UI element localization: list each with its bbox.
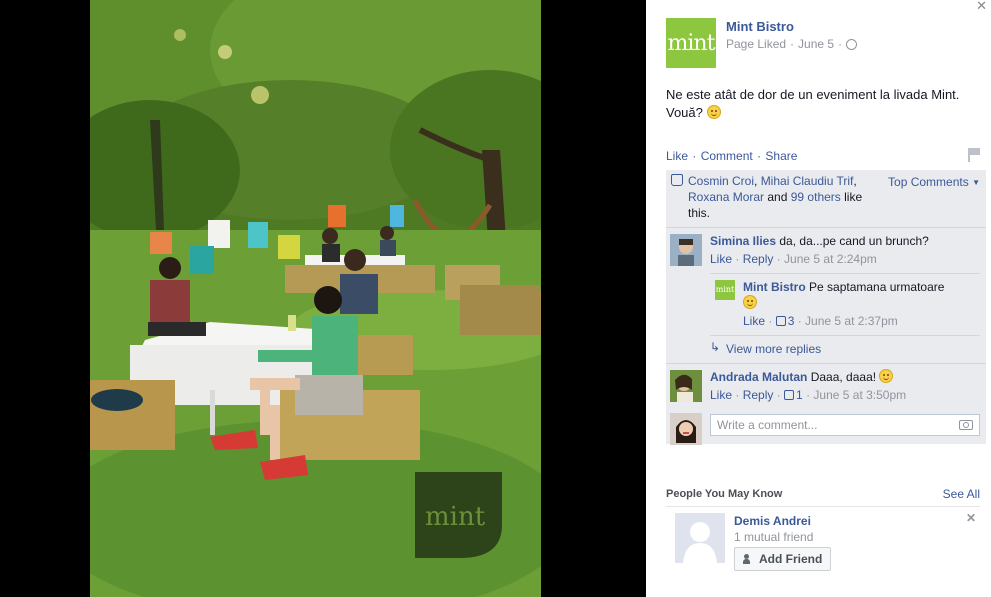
write-comment-row: Write a comment... [666, 409, 986, 445]
comment-like-button[interactable]: Like [710, 388, 732, 402]
reply-time[interactable]: June 5 at 2:37pm [805, 314, 898, 328]
reply: mint Mint Bistro Pe saptamana urmatoare … [710, 273, 980, 335]
smiley-emoji-icon [743, 295, 757, 309]
people-you-may-know: People You May Know See All Demis Andrei… [666, 487, 980, 575]
replies: mint Mint Bistro Pe saptamana urmatoare … [710, 273, 980, 363]
comment-reply-button[interactable]: Reply [743, 252, 774, 266]
reply-meta: Like · 3 · June 5 at 2:37pm [743, 314, 898, 328]
mutual-friends-link[interactable]: 1 mutual friend [734, 529, 980, 545]
close-icon[interactable]: ✕ [976, 0, 987, 12]
post-header: mint Mint Bistro Page Liked · June 5 · [666, 18, 858, 68]
smiley-emoji-icon [706, 105, 721, 119]
like-button[interactable]: Like [666, 149, 688, 163]
suggested-person: Demis Andrei 1 mutual friend Add Friend … [666, 507, 980, 575]
page-liked-label: Page Liked [726, 37, 787, 51]
liker-link[interactable]: Cosmin Croi [688, 174, 754, 188]
commenter-avatar[interactable] [670, 234, 702, 266]
comment-text: Daaa, daaa! [810, 370, 877, 384]
comments-section: Cosmin Croi, Mihai Claudiu Trif, Roxana … [666, 170, 986, 445]
caret-down-icon: ▼ [972, 178, 980, 187]
page-name-link[interactable]: Mint Bistro [726, 19, 857, 35]
commenter-avatar[interactable] [670, 370, 702, 402]
viewer-avatar [670, 413, 702, 445]
view-more-replies-link[interactable]: View more replies [710, 335, 980, 363]
comment-meta: Like · Reply · June 5 at 2:24pm [710, 252, 877, 266]
comment-likes-count[interactable]: 1 [784, 388, 803, 402]
liker-link[interactable]: Mihai Claudiu Trif [761, 174, 854, 188]
like-thumb-icon [775, 316, 786, 326]
orchard-photo: mint [90, 0, 541, 597]
comment-text: da, da...pe cand un brunch? [779, 234, 929, 248]
like-thumb-icon [784, 390, 795, 400]
smiley-emoji-icon [879, 369, 894, 383]
share-button[interactable]: Share [765, 149, 797, 163]
add-friend-icon [743, 554, 755, 564]
dismiss-icon[interactable]: ✕ [966, 511, 976, 525]
globe-icon[interactable] [846, 38, 858, 50]
comment-author[interactable]: Andrada Malutan [710, 370, 807, 384]
photo-watermark: mint [425, 502, 486, 532]
post-side-panel: ✕ mint Mint Bistro Page Liked · June 5 ·… [646, 0, 991, 597]
comment-like-button[interactable]: Like [710, 252, 732, 266]
liker-link[interactable]: Roxana Morar [688, 190, 764, 204]
reply-likes-count[interactable]: 3 [775, 314, 794, 328]
comment-input[interactable]: Write a comment... [710, 414, 980, 436]
likes-summary: Cosmin Croi, Mihai Claudiu Trif, Roxana … [666, 170, 986, 227]
reply-text: Pe saptamana urmatoare [809, 280, 945, 294]
like-thumb-icon [671, 174, 683, 186]
comment-reply-button[interactable]: Reply [743, 388, 774, 402]
page-avatar[interactable]: mint [666, 18, 716, 68]
comment-input-placeholder: Write a comment... [717, 418, 818, 432]
camera-icon[interactable] [959, 420, 973, 430]
comment: Simina Ilies da, da...pe cand un brunch?… [666, 228, 986, 273]
default-avatar-icon[interactable] [675, 513, 725, 563]
comment-author[interactable]: Simina Ilies [710, 234, 776, 248]
top-comments-dropdown[interactable]: Top Comments ▼ [888, 174, 980, 191]
reply-like-button[interactable]: Like [743, 314, 765, 328]
comment-button[interactable]: Comment [701, 149, 753, 163]
comment-meta: Like · Reply · 1 · June 5 at 3:50pm [710, 388, 907, 402]
post-actions: Like · Comment · Share [666, 148, 982, 164]
comment-time[interactable]: June 5 at 2:24pm [784, 252, 877, 266]
post-photo[interactable]: mint [90, 0, 541, 597]
post-message: Ne este atât de dor de un eveniment la l… [666, 86, 976, 122]
post-date-link[interactable]: June 5 [798, 35, 834, 53]
add-friend-button[interactable]: Add Friend [734, 547, 832, 571]
reply-avatar[interactable]: mint [715, 280, 735, 300]
comment: Andrada Malutan Daaa, daaa! Like · Reply… [666, 364, 986, 409]
photo-stage: mint [0, 0, 646, 597]
comment-time[interactable]: June 5 at 3:50pm [813, 388, 906, 402]
pymk-title: People You May Know [666, 488, 783, 500]
see-all-link[interactable]: See All [943, 487, 980, 501]
reply-author[interactable]: Mint Bistro [743, 280, 806, 294]
post-meta: Page Liked · June 5 · [726, 35, 858, 53]
flag-icon[interactable] [968, 148, 980, 162]
person-name-link[interactable]: Demis Andrei [734, 513, 980, 529]
likes-others-link[interactable]: 99 others [791, 190, 841, 204]
